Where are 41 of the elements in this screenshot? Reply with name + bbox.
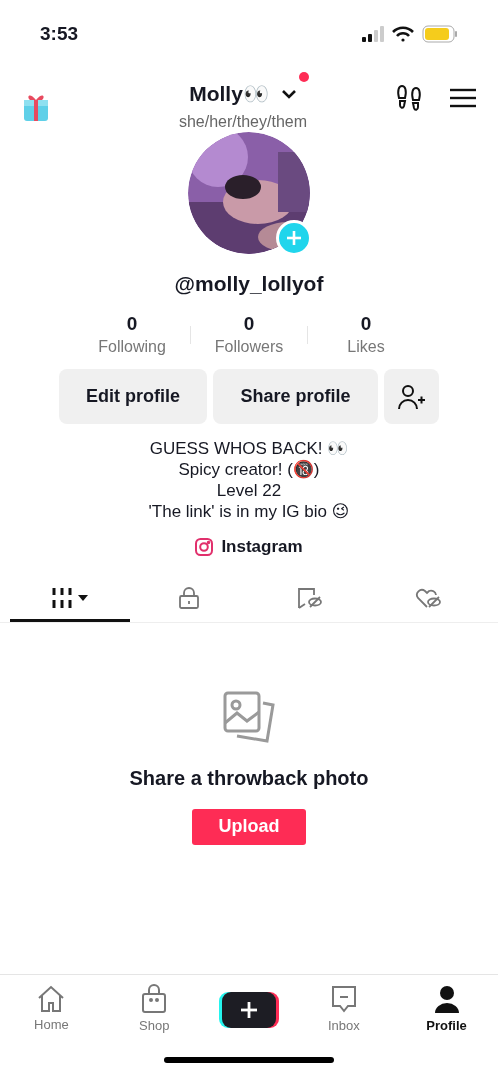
bio-line: Spicy creator! (🔞) <box>178 459 320 481</box>
stat-count: 0 <box>360 311 372 336</box>
stat-label: Likes <box>347 337 385 358</box>
share-profile-button[interactable]: Share profile <box>213 369 378 425</box>
wifi-icon <box>392 26 414 42</box>
create-button[interactable] <box>222 991 276 1028</box>
stat-label: Followers <box>214 337 284 358</box>
username: @molly_lollyof <box>174 271 324 297</box>
person-icon <box>432 983 461 1014</box>
instagram-link[interactable]: Instagram <box>221 534 303 560</box>
grid-icon <box>51 587 88 610</box>
edit-profile-button[interactable]: Edit profile <box>59 369 207 425</box>
profile-name[interactable]: Molly👀 <box>189 78 269 110</box>
upload-button[interactable]: Upload <box>192 808 306 845</box>
bio-line: 'The link' is in my IG bio 😉 <box>148 501 350 523</box>
status-time: 3:53 <box>40 21 79 46</box>
nav-tab[interactable]: Home <box>16 984 87 1035</box>
nav-tab[interactable]: Profile <box>411 983 482 1036</box>
stat-count: 0 <box>126 311 138 336</box>
nav-tab[interactable]: Shop <box>119 983 190 1036</box>
plus-icon <box>286 230 302 246</box>
footprints-icon[interactable] <box>396 84 422 112</box>
plus-icon <box>240 1000 258 1019</box>
signal-icon <box>362 26 384 42</box>
bio-line: Level 22 <box>216 480 282 502</box>
stat-label: Following <box>98 337 166 358</box>
instagram-icon <box>195 538 214 556</box>
lock-icon <box>177 586 202 611</box>
menu-icon[interactable] <box>450 88 476 108</box>
chevron-down-icon[interactable] <box>280 88 297 99</box>
nav-tab[interactable]: Inbox <box>308 983 379 1036</box>
add-friend-button[interactable] <box>384 369 439 425</box>
add-person-icon <box>397 383 426 410</box>
battery-icon <box>422 25 458 43</box>
message-icon <box>329 983 358 1014</box>
bio-line: GUESS WHOS BACK! 👀 <box>149 438 349 460</box>
bookmark-hidden-icon <box>295 586 322 611</box>
empty-state-title: Share a throwback photo <box>129 765 369 791</box>
pronouns: she/her/they/them <box>178 111 308 132</box>
stat-count: 0 <box>243 311 255 336</box>
shopping-bag-icon <box>140 983 169 1014</box>
